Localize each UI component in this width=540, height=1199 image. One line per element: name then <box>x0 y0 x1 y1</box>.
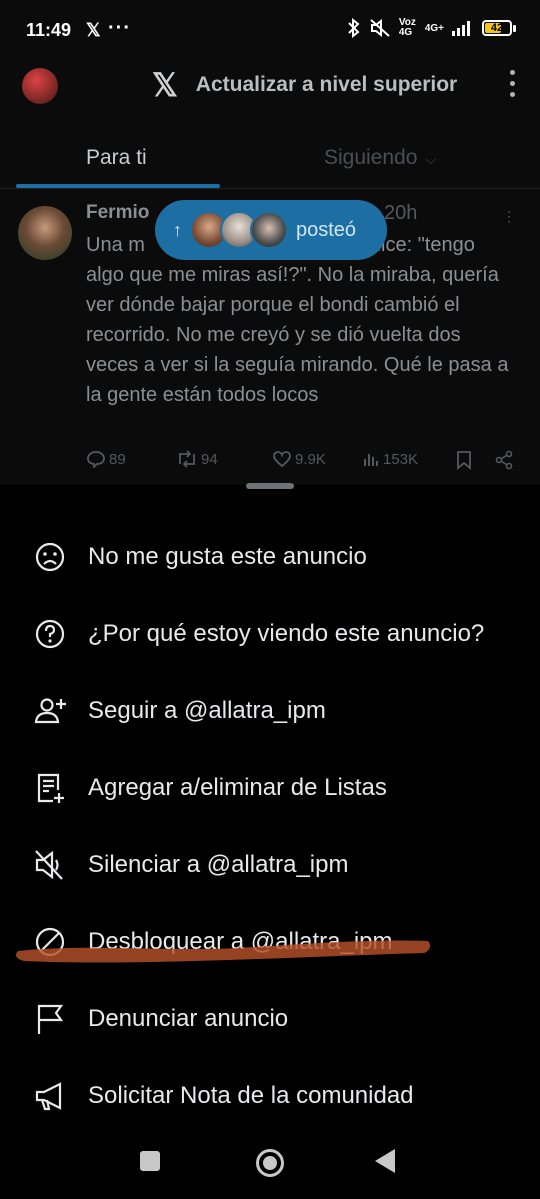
menu-item-lists[interactable]: Agregar a/eliminar de Listas <box>0 753 540 823</box>
frown-icon <box>35 542 65 572</box>
signal-icon <box>452 21 470 36</box>
back-button[interactable] <box>375 1149 395 1173</box>
menu-item-community-note[interactable]: Solicitar Nota de la comunidad <box>0 1061 540 1131</box>
menu-item-report[interactable]: Denunciar anuncio <box>0 984 540 1054</box>
status-icons: Voz 4G 4G+ 42 <box>347 18 516 38</box>
system-nav-bar <box>0 1129 540 1199</box>
upgrade-title: Actualizar a nivel superior <box>195 73 458 96</box>
upgrade-link[interactable]: 𝕏 Actualizar a nivel superior <box>152 67 458 103</box>
new-posts-label: posteó <box>296 218 357 241</box>
network-label: Voz 4G <box>398 17 416 38</box>
mute-icon <box>35 850 63 880</box>
new-posts-avatars <box>190 211 288 249</box>
status-time: 11:49 <box>26 20 72 40</box>
retweet-button[interactable]: 94 <box>176 450 218 468</box>
battery-level: 42 <box>490 22 504 34</box>
sheet-drag-handle[interactable] <box>246 483 294 489</box>
reply-count: 89 <box>109 450 126 468</box>
overflow-menu-icon[interactable] <box>510 70 516 97</box>
tab-siguiendo[interactable]: Siguiendo ⌵ <box>324 146 436 170</box>
reply-button[interactable]: 89 <box>86 450 126 468</box>
question-circle-icon <box>35 619 65 649</box>
arrow-up-icon: ↑ <box>173 219 182 240</box>
home-button[interactable] <box>256 1149 284 1177</box>
status-bar: 11:49 𝕏 ··· Voz 4G 4G+ 42 <box>0 0 540 62</box>
menu-item-label: Denunciar anuncio <box>88 1005 289 1032</box>
bookmark-button[interactable] <box>456 450 472 470</box>
red-scribble-annotation <box>16 940 431 963</box>
tweet-more-icon[interactable]: ⋮ <box>502 208 516 225</box>
menu-item-label: Agregar a/eliminar de Listas <box>88 774 387 801</box>
like-button[interactable]: 9.9K <box>272 450 326 468</box>
retweet-icon <box>179 450 195 468</box>
menu-item-label: Silenciar a @allatra_ipm <box>88 851 349 878</box>
top-bar: 𝕏 Actualizar a nivel superior <box>0 62 540 112</box>
network-label-2: 4G+ <box>424 22 444 34</box>
menu-item-label: ¿Por qué estoy viendo este anuncio? <box>88 620 485 647</box>
menu-item-label: Solicitar Nota de la comunidad <box>88 1082 414 1109</box>
tweet-avatar[interactable] <box>18 206 72 260</box>
bookmark-icon <box>457 451 471 470</box>
x-logo-icon: 𝕏 <box>152 67 178 103</box>
menu-item-follow[interactable]: Seguir a @allatra_ipm <box>0 676 540 746</box>
reply-icon <box>87 451 105 468</box>
options-sheet: No me gusta este anuncio ¿Por qué estoy … <box>0 483 540 1199</box>
chevron-down-icon: ⌵ <box>425 151 437 167</box>
views-button[interactable]: 153K <box>362 450 418 468</box>
menu-item-why-ad[interactable]: ¿Por qué estoy viendo este anuncio? <box>0 599 540 669</box>
new-posts-pill[interactable]: ↑ posteó <box>155 200 387 260</box>
user-plus-icon <box>34 698 66 724</box>
menu-item-label: Seguir a @allatra_ipm <box>88 697 326 724</box>
heart-icon <box>273 451 291 468</box>
tweet-author-name[interactable]: Fermio <box>86 202 149 224</box>
timeline-tabs: Para ti Siguiendo ⌵ <box>0 134 540 188</box>
retweet-count: 94 <box>201 450 218 468</box>
status-more: ··· <box>108 17 131 39</box>
tweet-text-rest: algo que me miras así!?". No la miraba, … <box>86 264 509 406</box>
profile-avatar[interactable] <box>22 68 58 104</box>
avatar <box>250 211 288 249</box>
views-count: 153K <box>383 450 419 468</box>
menu-item-mute[interactable]: Silenciar a @allatra_ipm <box>0 830 540 900</box>
flag-icon <box>37 1004 64 1034</box>
megaphone-icon <box>35 1082 62 1111</box>
tab-para-ti[interactable]: Para ti <box>86 146 147 170</box>
list-add-icon <box>37 773 64 803</box>
share-icon <box>495 450 513 470</box>
divider <box>0 188 540 189</box>
views-icon <box>364 454 378 466</box>
share-button[interactable] <box>494 450 514 470</box>
tab-siguiendo-label: Siguiendo <box>324 146 418 169</box>
bluetooth-icon <box>348 18 360 38</box>
tweet-text-line1-left: Una m <box>86 234 145 256</box>
menu-item-label: No me gusta este anuncio <box>88 543 367 570</box>
like-count: 9.9K <box>295 450 326 468</box>
battery-icon: 42 <box>482 20 516 36</box>
mute-status-icon <box>370 18 390 38</box>
tweet-timestamp: 20h <box>384 202 418 224</box>
menu-item-dislike-ad[interactable]: No me gusta este anuncio <box>0 522 540 592</box>
recents-button[interactable] <box>140 1151 160 1171</box>
x-logo-icon: 𝕏 <box>86 20 101 40</box>
